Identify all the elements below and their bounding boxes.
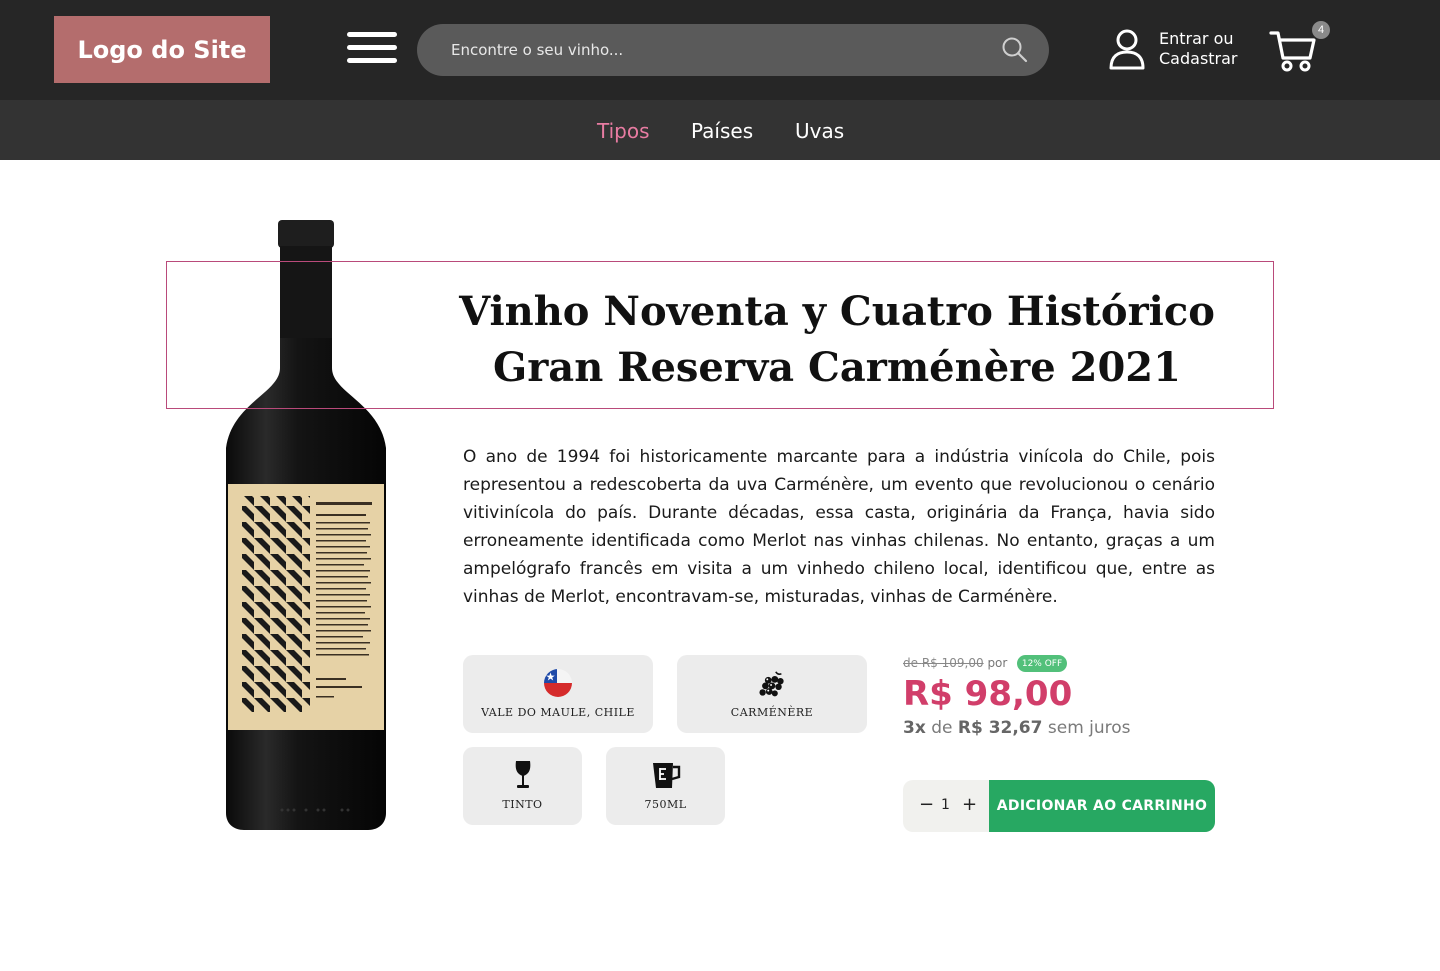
add-to-cart-button[interactable]: ADICIONAR AO CARRINHO: [989, 780, 1215, 832]
installments-info: 3x de R$ 32,67 sem juros: [903, 718, 1131, 738]
installment-value: R$ 32,67: [957, 718, 1043, 738]
login-line2: Cadastrar: [1159, 49, 1238, 68]
search-bar: [417, 24, 1049, 76]
attr-grape: CARMÉNÈRE: [677, 655, 867, 733]
product-title: Vinho Noventa y Cuatro Histórico Gran Re…: [440, 284, 1234, 396]
quantity-decrease-button[interactable]: −: [919, 794, 934, 815]
current-price: R$ 98,00: [903, 674, 1073, 714]
user-icon[interactable]: [1108, 28, 1146, 70]
cart-icon[interactable]: [1269, 28, 1317, 72]
old-price-prefix: de: [903, 656, 918, 670]
login-line1: Entrar ou: [1159, 29, 1234, 48]
category-nav: Tipos Países Uvas: [0, 100, 1440, 160]
search-icon[interactable]: [1001, 36, 1029, 64]
quantity-stepper: − 1 +: [903, 780, 993, 832]
grapes-icon: [759, 671, 784, 697]
wine-glass-icon: [515, 761, 531, 788]
attr-volume-label: 750ML: [644, 798, 687, 811]
chile-flag-icon: [544, 669, 572, 697]
product-title-line2: Gran Reserva Carménère 2021: [493, 344, 1181, 391]
measuring-jug-icon: [653, 763, 681, 788]
installments-count: 3x: [903, 718, 926, 738]
quantity-value[interactable]: 1: [941, 797, 950, 813]
old-price-line: de R$ 109,00 por: [903, 656, 1007, 670]
login-link[interactable]: Entrar ou Cadastrar: [1159, 29, 1238, 69]
old-price-suffix: por: [987, 656, 1008, 670]
attr-volume: 750ML: [606, 747, 725, 825]
quantity-increase-button[interactable]: +: [962, 794, 977, 815]
product-description: O ano de 1994 foi historicamente marcant…: [463, 447, 1215, 607]
old-price: R$ 109,00: [921, 656, 984, 670]
site-logo[interactable]: Logo do Site: [54, 16, 270, 83]
nav-item-uvas[interactable]: Uvas: [795, 119, 844, 143]
product-title-line1: Vinho Noventa y Cuatro Histórico: [459, 288, 1215, 335]
cart-count-badge: 4: [1312, 21, 1330, 39]
attr-origin-label: VALE DO MAULE, CHILE: [481, 706, 635, 719]
search-input[interactable]: [451, 38, 991, 62]
installments-de: de: [931, 718, 953, 738]
menu-icon[interactable]: [347, 32, 397, 64]
attr-grape-label: CARMÉNÈRE: [730, 706, 814, 719]
top-header: Logo do Site Entrar ou Cadastrar 4: [0, 0, 1440, 100]
nav-item-paises[interactable]: Países: [691, 119, 753, 143]
nav-item-tipos[interactable]: Tipos: [597, 119, 650, 143]
attr-type-label: TINTO: [502, 798, 543, 811]
attr-origin: VALE DO MAULE, CHILE: [463, 655, 653, 733]
attr-type: TINTO: [463, 747, 582, 825]
discount-badge: 12% OFF: [1017, 655, 1067, 672]
installments-suffix: sem juros: [1047, 718, 1131, 738]
